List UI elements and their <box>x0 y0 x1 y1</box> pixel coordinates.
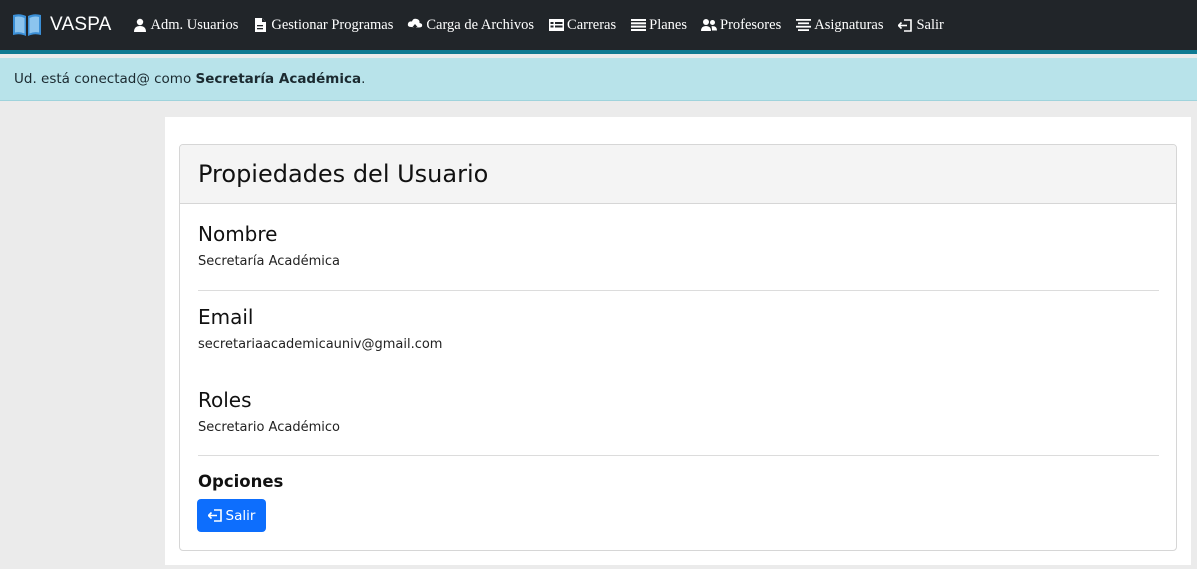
field-value: Secretaría Académica <box>198 254 340 269</box>
nav-salir[interactable]: Salir <box>897 16 944 34</box>
exit-button[interactable]: Salir <box>197 499 266 532</box>
card-header: Propiedades del Usuario <box>180 145 1176 204</box>
field-heading: Roles <box>198 388 252 412</box>
nav-label: Carga de Archivos <box>426 16 535 33</box>
brand-link[interactable]: VASPA <box>11 12 112 38</box>
table-icon <box>548 17 564 33</box>
field-heading: Email <box>198 305 254 329</box>
user-icon <box>132 17 148 33</box>
nav-adm-usuarios[interactable]: Adm. Usuarios <box>132 16 239 34</box>
nav-label: Carreras <box>567 16 617 33</box>
nav-carga-archivos[interactable]: Carga de Archivos <box>407 17 534 34</box>
document-icon <box>252 17 268 33</box>
nav-profesores[interactable]: Profesores <box>701 17 781 34</box>
field-roles: Roles Secretario Académico <box>198 388 1159 435</box>
book-icon <box>11 12 43 38</box>
nav-label: Planes <box>649 16 687 33</box>
nav-label: Adm. Usuarios <box>150 16 239 33</box>
nav-planes[interactable]: Planes <box>630 17 687 34</box>
field-email: Email secretariaacademicauniv@gmail.com <box>198 305 1159 352</box>
divider <box>198 290 1159 291</box>
nav-label: Salir <box>916 16 944 33</box>
connection-status-text: Ud. está conectad@ como Secretaría Acadé… <box>14 71 365 87</box>
divider <box>198 455 1159 456</box>
nav-label: Profesores <box>720 16 782 33</box>
top-navbar: VASPA Adm. Usuarios Gestionar Programas … <box>0 0 1197 54</box>
options-label: Opciones <box>198 472 284 491</box>
nav-carreras[interactable]: Carreras <box>548 17 616 34</box>
status-user: Secretaría Académica <box>195 71 362 87</box>
main-content: Propiedades del Usuario Nombre Secretarí… <box>165 117 1191 565</box>
field-value: secretariaacademicauniv@gmail.com <box>198 337 443 352</box>
status-prefix: Ud. está conectad@ como <box>14 71 196 87</box>
align-icon <box>795 17 811 33</box>
exit-button-label: Salir <box>225 507 256 524</box>
nav-gestionar-programas[interactable]: Gestionar Programas <box>252 17 393 34</box>
brand-name: VASPA <box>50 14 112 35</box>
field-value: Secretario Académico <box>198 420 340 435</box>
logout-icon <box>897 17 913 33</box>
user-properties-card: Propiedades del Usuario Nombre Secretarí… <box>179 144 1177 551</box>
field-heading: Nombre <box>198 222 278 246</box>
cloud-upload-icon <box>407 17 423 33</box>
page-title: Propiedades del Usuario <box>198 160 489 188</box>
users-icon <box>701 17 717 33</box>
nav-asignaturas[interactable]: Asignaturas <box>795 17 883 34</box>
status-suffix: . <box>361 71 366 87</box>
list-icon <box>630 17 646 33</box>
logout-icon <box>207 508 222 523</box>
connection-status-bar: Ud. está conectad@ como Secretaría Acadé… <box>0 58 1197 101</box>
field-nombre: Nombre Secretaría Académica <box>198 222 1159 269</box>
nav-label: Asignaturas <box>814 16 884 33</box>
nav-label: Gestionar Programas <box>271 16 394 33</box>
